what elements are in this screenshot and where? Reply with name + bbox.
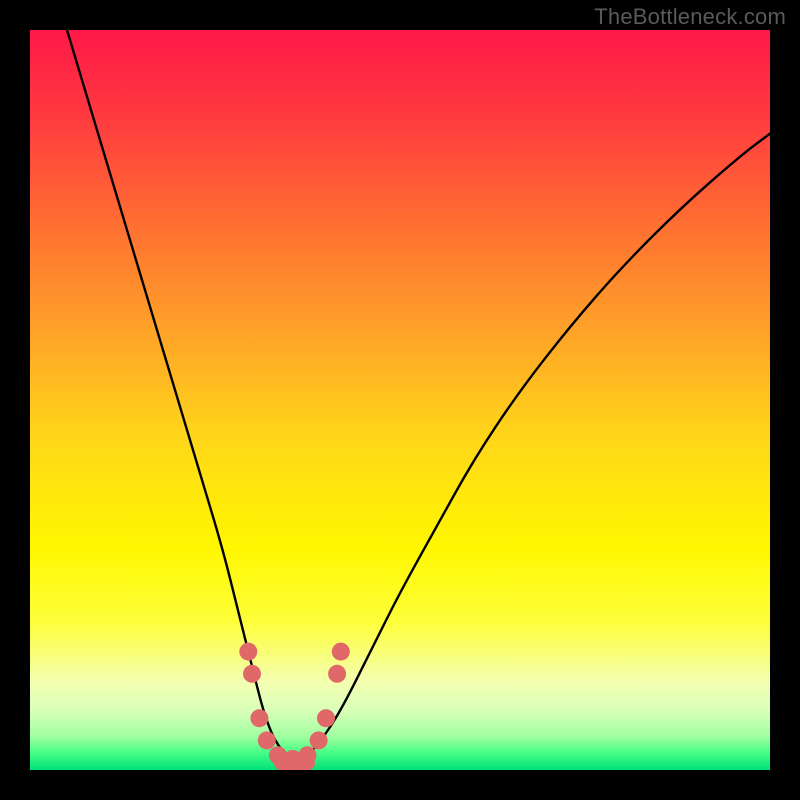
outer-frame: TheBottleneck.com	[0, 0, 800, 800]
marker-dot	[332, 643, 350, 661]
marker-dot	[239, 643, 257, 661]
marker-dots	[239, 643, 349, 768]
marker-dot	[250, 709, 268, 727]
marker-dot	[299, 746, 317, 764]
chart-svg	[30, 30, 770, 770]
marker-dot	[243, 665, 261, 683]
plot-area	[30, 30, 770, 770]
marker-dot	[258, 731, 276, 749]
marker-dot	[328, 665, 346, 683]
marker-dot	[317, 709, 335, 727]
marker-dot	[310, 731, 328, 749]
bottleneck-curve	[67, 30, 770, 759]
watermark-text: TheBottleneck.com	[594, 4, 786, 30]
